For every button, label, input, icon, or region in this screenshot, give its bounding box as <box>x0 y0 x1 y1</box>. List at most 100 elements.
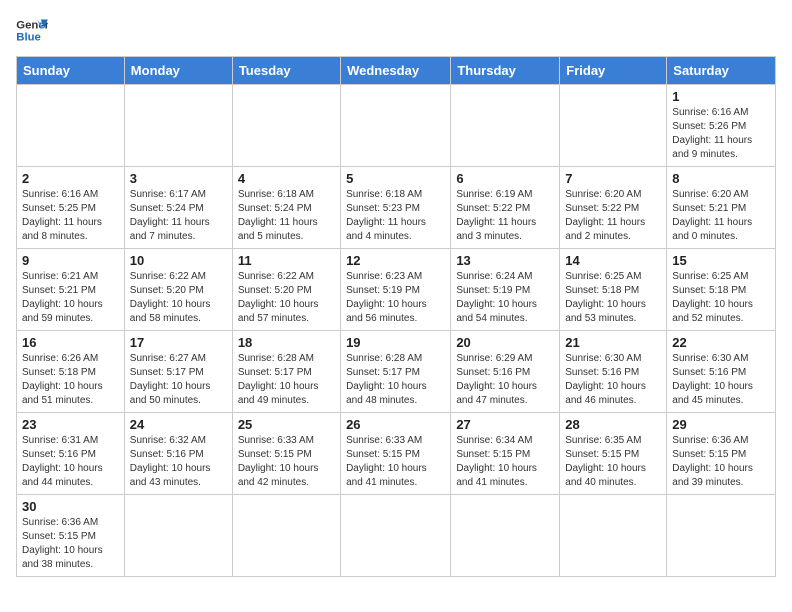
weekday-header-tuesday: Tuesday <box>232 57 340 85</box>
calendar-cell: 8Sunrise: 6:20 AM Sunset: 5:21 PM Daylig… <box>667 167 776 249</box>
day-number: 24 <box>130 417 227 432</box>
logo: General Blue <box>16 16 52 44</box>
calendar-cell: 5 Sunrise: 6:18 AM Sunset: 5:23 PM Daylig… <box>341 167 451 249</box>
day-info: Sunrise: 6:16 AM Sunset: 5:26 PM Dayligh… <box>672 106 770 162</box>
day-info: Sunrise: 6:23 AM Sunset: 5:19 PM Dayligh… <box>346 270 445 326</box>
day-number: 14 <box>565 253 661 268</box>
day-info: Sunrise: 6:21 AM Sunset: 5:21 PM Dayligh… <box>22 270 119 326</box>
weekday-header-monday: Monday <box>124 57 232 85</box>
calendar-cell: 10Sunrise: 6:22 AM Sunset: 5:20 PM Dayli… <box>124 249 232 331</box>
day-number: 23 <box>22 417 119 432</box>
week-row-3: 16 Sunrise: 6:26 AM Sunset: 5:18 PM Dayli… <box>17 331 776 413</box>
day-number: 9 <box>22 253 119 268</box>
calendar-cell <box>451 85 560 167</box>
calendar-cell: 9 Sunrise: 6:21 AM Sunset: 5:21 PM Daylig… <box>17 249 125 331</box>
day-info: Sunrise: 6:16 AM Sunset: 5:25 PM Dayligh… <box>22 188 119 244</box>
day-number: 5 <box>346 171 445 186</box>
week-row-5: 30Sunrise: 6:36 AM Sunset: 5:15 PM Dayli… <box>17 495 776 577</box>
day-info: Sunrise: 6:36 AM Sunset: 5:15 PM Dayligh… <box>672 434 770 490</box>
day-info: Sunrise: 6:20 AM Sunset: 5:21 PM Dayligh… <box>672 188 770 244</box>
calendar-cell <box>124 85 232 167</box>
weekday-header-row: SundayMondayTuesdayWednesdayThursdayFrid… <box>17 57 776 85</box>
day-info: Sunrise: 6:22 AM Sunset: 5:20 PM Dayligh… <box>238 270 335 326</box>
weekday-header-sunday: Sunday <box>17 57 125 85</box>
day-info: Sunrise: 6:17 AM Sunset: 5:24 PM Dayligh… <box>130 188 227 244</box>
calendar-cell <box>560 85 667 167</box>
calendar-cell: 22 Sunrise: 6:30 AM Sunset: 5:16 PM Dayli… <box>667 331 776 413</box>
day-number: 13 <box>456 253 554 268</box>
day-info: Sunrise: 6:28 AM Sunset: 5:17 PM Dayligh… <box>238 352 335 408</box>
day-number: 25 <box>238 417 335 432</box>
svg-text:Blue: Blue <box>16 32 41 44</box>
day-info: Sunrise: 6:31 AM Sunset: 5:16 PM Dayligh… <box>22 434 119 490</box>
day-number: 27 <box>456 417 554 432</box>
calendar-cell <box>232 85 340 167</box>
weekday-header-saturday: Saturday <box>667 57 776 85</box>
calendar-cell: 4Sunrise: 6:18 AM Sunset: 5:24 PM Daylig… <box>232 167 340 249</box>
day-info: Sunrise: 6:33 AM Sunset: 5:15 PM Dayligh… <box>346 434 445 490</box>
calendar-cell: 16 Sunrise: 6:26 AM Sunset: 5:18 PM Dayli… <box>17 331 125 413</box>
day-info: Sunrise: 6:28 AM Sunset: 5:17 PM Dayligh… <box>346 352 445 408</box>
calendar-cell: 6 Sunrise: 6:19 AM Sunset: 5:22 PM Daylig… <box>451 167 560 249</box>
day-number: 2 <box>22 171 119 186</box>
calendar-cell: 29 Sunrise: 6:36 AM Sunset: 5:15 PM Dayli… <box>667 413 776 495</box>
calendar-cell: 25 Sunrise: 6:33 AM Sunset: 5:15 PM Dayli… <box>232 413 340 495</box>
day-number: 3 <box>130 171 227 186</box>
day-info: Sunrise: 6:30 AM Sunset: 5:16 PM Dayligh… <box>565 352 661 408</box>
day-number: 16 <box>22 335 119 350</box>
calendar-cell: 3 Sunrise: 6:17 AM Sunset: 5:24 PM Daylig… <box>124 167 232 249</box>
weekday-header-thursday: Thursday <box>451 57 560 85</box>
day-number: 22 <box>672 335 770 350</box>
day-info: Sunrise: 6:30 AM Sunset: 5:16 PM Dayligh… <box>672 352 770 408</box>
calendar-cell <box>124 495 232 577</box>
page-header: General Blue <box>16 16 776 44</box>
calendar-cell: 17Sunrise: 6:27 AM Sunset: 5:17 PM Dayli… <box>124 331 232 413</box>
day-number: 21 <box>565 335 661 350</box>
calendar-cell: 7Sunrise: 6:20 AM Sunset: 5:22 PM Daylig… <box>560 167 667 249</box>
calendar-cell <box>232 495 340 577</box>
day-info: Sunrise: 6:36 AM Sunset: 5:15 PM Dayligh… <box>22 516 119 572</box>
day-number: 19 <box>346 335 445 350</box>
calendar-cell: 1 Sunrise: 6:16 AM Sunset: 5:26 PM Daylig… <box>667 85 776 167</box>
day-info: Sunrise: 6:20 AM Sunset: 5:22 PM Dayligh… <box>565 188 661 244</box>
calendar-cell: 15 Sunrise: 6:25 AM Sunset: 5:18 PM Dayli… <box>667 249 776 331</box>
day-info: Sunrise: 6:32 AM Sunset: 5:16 PM Dayligh… <box>130 434 227 490</box>
calendar-cell: 12 Sunrise: 6:23 AM Sunset: 5:19 PM Dayli… <box>341 249 451 331</box>
day-info: Sunrise: 6:19 AM Sunset: 5:22 PM Dayligh… <box>456 188 554 244</box>
day-number: 1 <box>672 89 770 104</box>
week-row-1: 2 Sunrise: 6:16 AM Sunset: 5:25 PM Daylig… <box>17 167 776 249</box>
day-number: 15 <box>672 253 770 268</box>
day-info: Sunrise: 6:26 AM Sunset: 5:18 PM Dayligh… <box>22 352 119 408</box>
day-info: Sunrise: 6:18 AM Sunset: 5:23 PM Dayligh… <box>346 188 445 244</box>
day-info: Sunrise: 6:29 AM Sunset: 5:16 PM Dayligh… <box>456 352 554 408</box>
day-number: 11 <box>238 253 335 268</box>
day-number: 29 <box>672 417 770 432</box>
calendar-cell: 2 Sunrise: 6:16 AM Sunset: 5:25 PM Daylig… <box>17 167 125 249</box>
day-info: Sunrise: 6:24 AM Sunset: 5:19 PM Dayligh… <box>456 270 554 326</box>
day-info: Sunrise: 6:25 AM Sunset: 5:18 PM Dayligh… <box>672 270 770 326</box>
calendar-cell <box>17 85 125 167</box>
calendar-cell: 26 Sunrise: 6:33 AM Sunset: 5:15 PM Dayli… <box>341 413 451 495</box>
calendar-cell <box>667 495 776 577</box>
day-info: Sunrise: 6:35 AM Sunset: 5:15 PM Dayligh… <box>565 434 661 490</box>
calendar-cell <box>560 495 667 577</box>
calendar-cell: 14Sunrise: 6:25 AM Sunset: 5:18 PM Dayli… <box>560 249 667 331</box>
calendar-cell <box>341 85 451 167</box>
week-row-2: 9 Sunrise: 6:21 AM Sunset: 5:21 PM Daylig… <box>17 249 776 331</box>
weekday-header-wednesday: Wednesday <box>341 57 451 85</box>
day-number: 26 <box>346 417 445 432</box>
calendar-cell: 27 Sunrise: 6:34 AM Sunset: 5:15 PM Dayli… <box>451 413 560 495</box>
day-number: 17 <box>130 335 227 350</box>
calendar-cell: 28Sunrise: 6:35 AM Sunset: 5:15 PM Dayli… <box>560 413 667 495</box>
calendar-cell <box>341 495 451 577</box>
calendar-table: SundayMondayTuesdayWednesdayThursdayFrid… <box>16 56 776 577</box>
day-info: Sunrise: 6:34 AM Sunset: 5:15 PM Dayligh… <box>456 434 554 490</box>
day-info: Sunrise: 6:33 AM Sunset: 5:15 PM Dayligh… <box>238 434 335 490</box>
logo-icon: General Blue <box>16 16 48 44</box>
week-row-0: 1 Sunrise: 6:16 AM Sunset: 5:26 PM Daylig… <box>17 85 776 167</box>
day-info: Sunrise: 6:22 AM Sunset: 5:20 PM Dayligh… <box>130 270 227 326</box>
day-number: 18 <box>238 335 335 350</box>
calendar-cell: 13 Sunrise: 6:24 AM Sunset: 5:19 PM Dayli… <box>451 249 560 331</box>
day-number: 6 <box>456 171 554 186</box>
day-number: 12 <box>346 253 445 268</box>
